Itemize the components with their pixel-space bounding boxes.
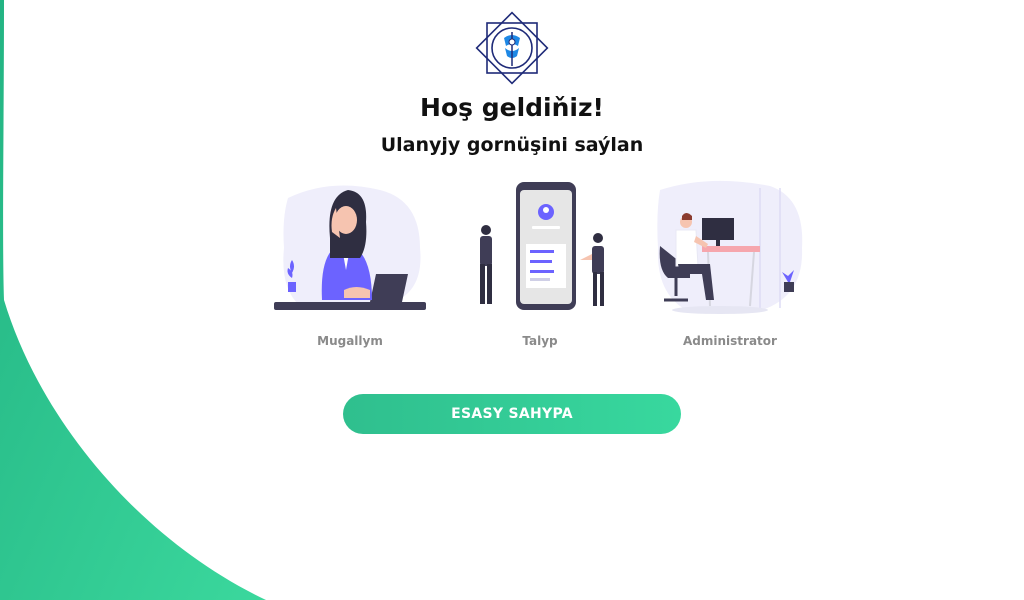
teacher-illustration-icon [274, 185, 426, 310]
role-card-student[interactable]: Talyp [460, 178, 620, 354]
student-illustration-icon [480, 182, 604, 310]
university-logo [475, 11, 549, 85]
administrator-illustration-icon [657, 180, 803, 314]
welcome-title: Hoş geldiňiz! [420, 93, 604, 122]
role-card-teacher[interactable]: Mugallym [270, 178, 430, 354]
role-label-administrator: Administrator [683, 334, 777, 348]
role-label-student: Talyp [522, 334, 558, 348]
home-page-button[interactable]: ESASY SAHYPA [343, 394, 681, 434]
role-card-administrator[interactable]: Administrator [650, 178, 810, 354]
welcome-subtitle: Ulanyjy gornüşini saýlan [380, 134, 644, 156]
role-label-teacher: Mugallym [317, 334, 383, 348]
